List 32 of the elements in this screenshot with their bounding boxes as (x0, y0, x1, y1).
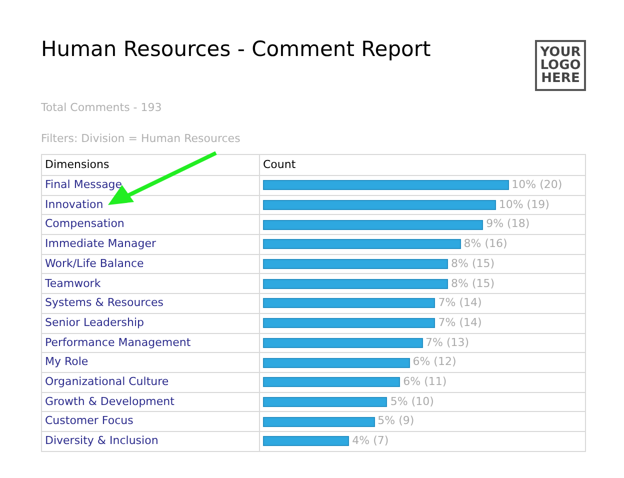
dimension-link[interactable]: Organizational Culture (42, 372, 260, 392)
dimension-link[interactable]: Performance Management (42, 333, 260, 353)
column-header: Count (260, 154, 586, 176)
count-value: 10% (19) (498, 196, 550, 213)
dimension-link[interactable]: Teamwork (42, 274, 260, 294)
count-value: 7% (14) (438, 295, 482, 312)
count-value: 8% (15) (451, 256, 495, 272)
count-value: 7% (14) (438, 314, 482, 331)
logo-text: YOUR LOGO HERE (540, 46, 581, 85)
dimension-link[interactable]: Work/Life Balance (42, 254, 260, 274)
count-value: 6% (11) (403, 374, 447, 390)
dimension-link[interactable]: Systems & Resources (42, 294, 260, 314)
dimension-link[interactable]: Immediate Manager (42, 234, 260, 254)
dimension-link[interactable]: Customer Focus (42, 412, 260, 432)
dimension-link[interactable]: Diversity & Inclusion (42, 431, 260, 452)
count-value: 4% (7) (352, 433, 389, 450)
dimension-link[interactable]: Compensation (42, 214, 260, 235)
count-value: 7% (13) (426, 334, 470, 351)
filters-text: Filters: Division = Human Resources (40, 130, 242, 146)
dimension-link[interactable]: Senior Leadership (42, 313, 260, 333)
column-header: Dimensions (42, 154, 260, 176)
count-value: 9% (18) (486, 216, 530, 232)
count-value: 8% (16) (464, 236, 508, 252)
count-value: 8% (15) (451, 276, 495, 292)
report-title: Human Resources - Comment Report (41, 36, 431, 63)
count-value: 5% (9) (378, 413, 414, 430)
count-value: 5% (10) (390, 394, 434, 410)
total-comments: Total Comments - 193 (40, 100, 163, 116)
count-value: 10% (20) (512, 177, 562, 194)
count-value: 6% (12) (412, 354, 456, 370)
dimension-link[interactable]: Growth & Development (42, 392, 260, 412)
dimension-link[interactable]: My Role (42, 352, 260, 372)
